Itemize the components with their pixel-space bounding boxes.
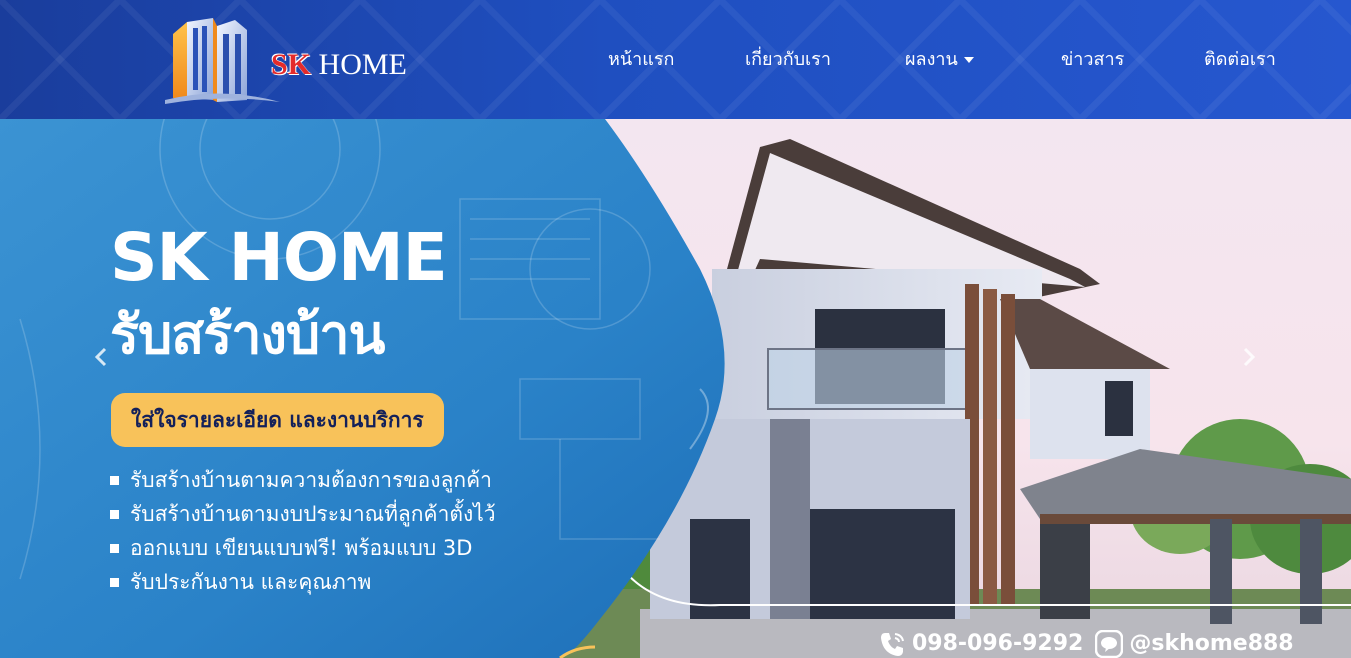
nav-portfolio-label: ผลงาน bbox=[905, 49, 958, 70]
service-list: รับสร้างบ้านตามความต้องการของลูกค้า รับส… bbox=[110, 463, 496, 599]
chevron-right-icon bbox=[1243, 347, 1256, 367]
line-id[interactable]: @skhome888 bbox=[1129, 628, 1293, 658]
service-item: รับประกันงาน และคุณภาพ bbox=[110, 565, 496, 599]
nav-home[interactable]: หน้าแรก bbox=[608, 46, 674, 74]
phone-icon bbox=[878, 630, 906, 658]
hero-subtitle: รับสร้างบ้าน bbox=[110, 303, 385, 366]
main-nav: หน้าแรก เกี่ยวกับเรา ผลงาน ข่าวสาร ติดต่… bbox=[0, 46, 1351, 76]
tagline-badge: ใส่ใจรายละเอียด และงานบริการ bbox=[111, 393, 444, 447]
carousel-prev-button[interactable] bbox=[90, 345, 114, 369]
contact-bar: 098-096-9292 @skhome888 bbox=[878, 628, 1294, 658]
line-app-icon bbox=[1095, 629, 1124, 658]
hero-slider: SK HOME รับสร้างบ้าน ใส่ใจรายละเอียด และ… bbox=[0, 119, 1351, 658]
service-item: รับสร้างบ้านตามงบประมาณที่ลูกค้าตั้งไว้ bbox=[110, 497, 496, 531]
hero-title: SK HOME bbox=[110, 219, 448, 296]
nav-about[interactable]: เกี่ยวกับเรา bbox=[745, 46, 831, 74]
phone-number[interactable]: 098-096-9292 bbox=[912, 628, 1083, 658]
service-item: ออกแบบ เขียนแบบฟรี! พร้อมแบบ 3D bbox=[110, 531, 496, 565]
service-item: รับสร้างบ้านตามความต้องการของลูกค้า bbox=[110, 463, 496, 497]
nav-portfolio-dropdown[interactable]: ผลงาน bbox=[905, 46, 974, 74]
site-header: SK HOME หน้าแรก เกี่ยวกับเรา ผลงาน ข่าวส… bbox=[0, 0, 1351, 119]
nav-news[interactable]: ข่าวสาร bbox=[1061, 46, 1124, 74]
carousel-indicators bbox=[624, 652, 732, 656]
carousel-next-button[interactable] bbox=[1236, 345, 1260, 369]
caret-down-icon bbox=[963, 57, 974, 63]
chevron-left-icon bbox=[94, 347, 107, 367]
nav-contact[interactable]: ติดต่อเรา bbox=[1204, 46, 1276, 74]
